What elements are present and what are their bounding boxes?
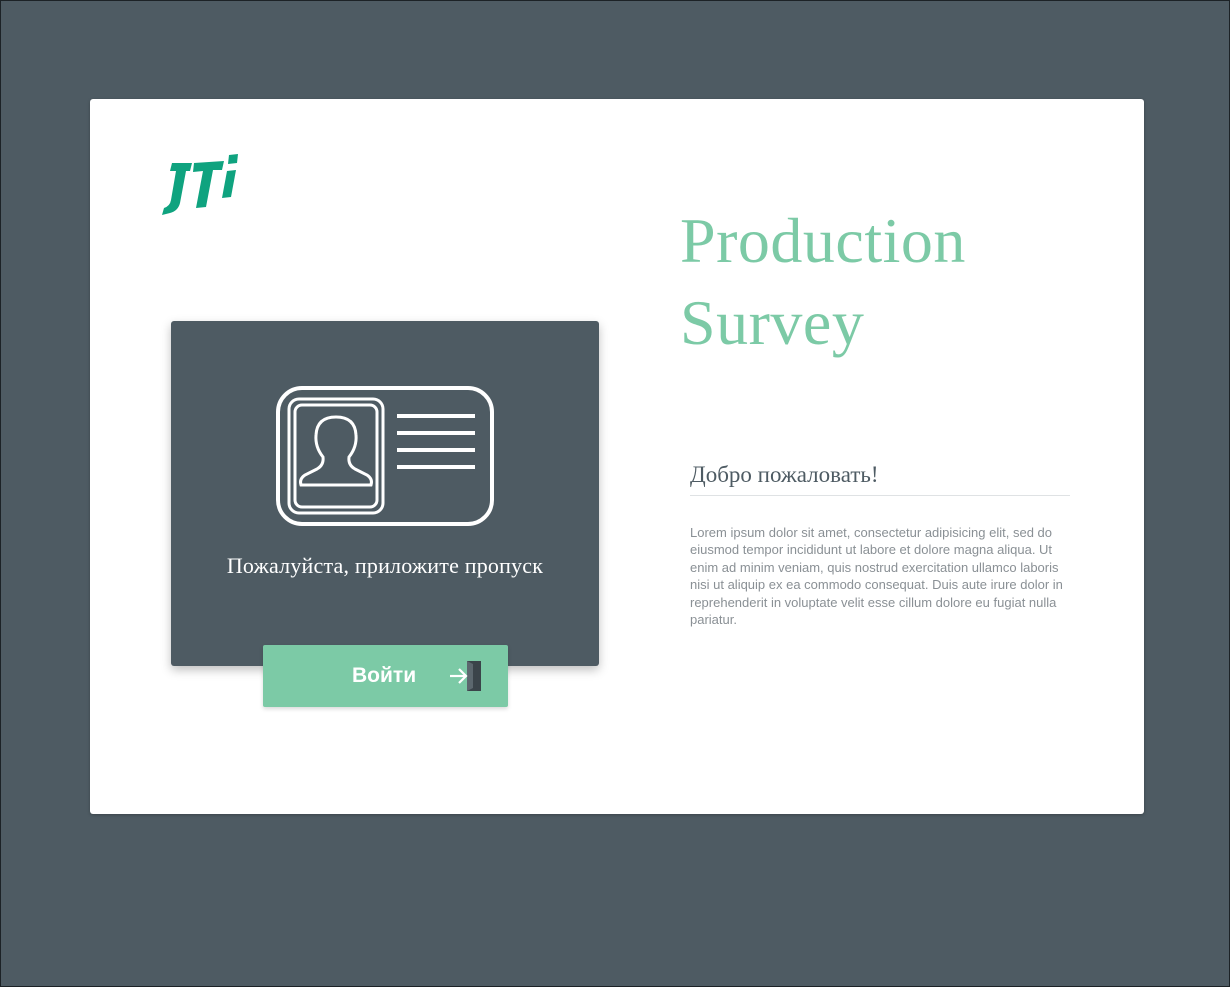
badge-panel: Пожалуйста, приложите пропуск	[171, 321, 599, 666]
page-title-line2: Survey	[680, 287, 865, 358]
login-button-label: Войти	[352, 664, 417, 687]
badge-prompt: Пожалуйста, приложите пропуск	[226, 553, 544, 578]
login-card: Пожалуйста, приложите пропуск Войти Prod…	[90, 99, 1144, 814]
id-card-icon	[276, 386, 494, 526]
login-button[interactable]: Войти	[263, 645, 508, 707]
welcome-heading: Добро пожаловать!	[690, 462, 1070, 496]
door-enter-icon	[450, 661, 481, 691]
jti-logo	[162, 154, 238, 215]
page-title-line1: Production	[680, 205, 966, 276]
welcome-description: Lorem ipsum dolor sit amet, consectetur …	[690, 525, 1063, 628]
